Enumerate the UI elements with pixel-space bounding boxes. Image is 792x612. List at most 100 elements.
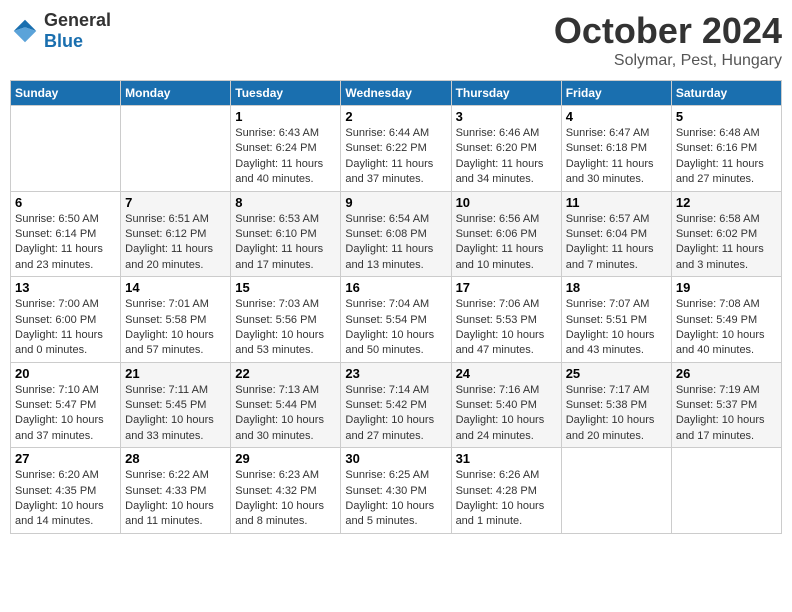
calendar-cell: 11 Sunrise: 6:57 AM Sunset: 6:04 PM Dayli… (561, 191, 671, 277)
calendar-cell: 27 Sunrise: 6:20 AM Sunset: 4:35 PM Dayli… (11, 448, 121, 534)
calendar-cell (11, 106, 121, 192)
calendar-cell: 13 Sunrise: 7:00 AM Sunset: 6:00 PM Dayli… (11, 277, 121, 363)
day-number: 23 (345, 366, 446, 381)
month-title: October 2024 (554, 10, 782, 52)
day-number: 8 (235, 195, 336, 210)
day-info: Sunrise: 6:43 AM Sunset: 6:24 PM Dayligh… (235, 126, 336, 188)
calendar-cell: 12Sunrise: 6:58 AM Sunset: 6:02 PM Dayli… (671, 191, 781, 277)
calendar-cell: 4 Sunrise: 6:47 AM Sunset: 6:18 PM Daylig… (561, 106, 671, 192)
calendar-week-row-5: 27 Sunrise: 6:20 AM Sunset: 4:35 PM Dayli… (11, 448, 782, 534)
day-info: Sunrise: 7:16 AM Sunset: 5:40 PM Dayligh… (456, 383, 557, 445)
day-info: Sunrise: 7:07 AM Sunset: 5:51 PM Dayligh… (566, 297, 667, 359)
day-number: 1 (235, 109, 336, 124)
day-number: 30 (345, 451, 446, 466)
calendar-week-row-4: 20Sunrise: 7:10 AM Sunset: 5:47 PM Dayli… (11, 362, 782, 448)
calendar-cell: 8 Sunrise: 6:53 AM Sunset: 6:10 PM Daylig… (231, 191, 341, 277)
day-info: Sunrise: 6:25 AM Sunset: 4:30 PM Dayligh… (345, 468, 446, 530)
calendar-cell: 25Sunrise: 7:17 AM Sunset: 5:38 PM Dayli… (561, 362, 671, 448)
day-number: 27 (15, 451, 116, 466)
day-number: 22 (235, 366, 336, 381)
day-info: Sunrise: 6:47 AM Sunset: 6:18 PM Dayligh… (566, 126, 667, 188)
day-number: 13 (15, 280, 116, 295)
day-number: 6 (15, 195, 116, 210)
day-number: 16 (345, 280, 446, 295)
logo: General Blue (10, 10, 111, 52)
calendar-cell (561, 448, 671, 534)
calendar-cell: 30 Sunrise: 6:25 AM Sunset: 4:30 PM Dayli… (341, 448, 451, 534)
calendar-cell: 24 Sunrise: 7:16 AM Sunset: 5:40 PM Dayli… (451, 362, 561, 448)
calendar-cell: 31 Sunrise: 6:26 AM Sunset: 4:28 PM Dayli… (451, 448, 561, 534)
calendar-cell: 29Sunrise: 6:23 AM Sunset: 4:32 PM Dayli… (231, 448, 341, 534)
day-info: Sunrise: 6:57 AM Sunset: 6:04 PM Dayligh… (566, 212, 667, 274)
day-number: 21 (125, 366, 226, 381)
calendar-cell: 23 Sunrise: 7:14 AM Sunset: 5:42 PM Dayli… (341, 362, 451, 448)
weekday-header-monday: Monday (121, 81, 231, 106)
day-number: 5 (676, 109, 777, 124)
day-number: 17 (456, 280, 557, 295)
day-number: 18 (566, 280, 667, 295)
day-info: Sunrise: 7:08 AM Sunset: 5:49 PM Dayligh… (676, 297, 777, 359)
day-number: 11 (566, 195, 667, 210)
day-number: 14 (125, 280, 226, 295)
calendar-cell: 15 Sunrise: 7:03 AM Sunset: 5:56 PM Dayli… (231, 277, 341, 363)
day-number: 25 (566, 366, 667, 381)
calendar-cell: 7Sunrise: 6:51 AM Sunset: 6:12 PM Daylig… (121, 191, 231, 277)
calendar-cell: 19Sunrise: 7:08 AM Sunset: 5:49 PM Dayli… (671, 277, 781, 363)
day-info: Sunrise: 6:54 AM Sunset: 6:08 PM Dayligh… (345, 212, 446, 274)
calendar-table: SundayMondayTuesdayWednesdayThursdayFrid… (10, 80, 782, 534)
day-number: 28 (125, 451, 226, 466)
day-number: 26 (676, 366, 777, 381)
day-number: 24 (456, 366, 557, 381)
calendar-cell: 16 Sunrise: 7:04 AM Sunset: 5:54 PM Dayli… (341, 277, 451, 363)
calendar-cell: 22 Sunrise: 7:13 AM Sunset: 5:44 PM Dayli… (231, 362, 341, 448)
weekday-header-thursday: Thursday (451, 81, 561, 106)
day-info: Sunrise: 7:01 AM Sunset: 5:58 PM Dayligh… (125, 297, 226, 359)
weekday-header-wednesday: Wednesday (341, 81, 451, 106)
calendar-cell: 17 Sunrise: 7:06 AM Sunset: 5:53 PM Dayli… (451, 277, 561, 363)
day-info: Sunrise: 6:22 AM Sunset: 4:33 PM Dayligh… (125, 468, 226, 530)
calendar-cell: 21 Sunrise: 7:11 AM Sunset: 5:45 PM Dayli… (121, 362, 231, 448)
day-info: Sunrise: 7:11 AM Sunset: 5:45 PM Dayligh… (125, 383, 226, 445)
day-number: 3 (456, 109, 557, 124)
location-title: Solymar, Pest, Hungary (554, 52, 782, 70)
day-info: Sunrise: 6:50 AM Sunset: 6:14 PM Dayligh… (15, 212, 116, 274)
day-info: Sunrise: 7:10 AM Sunset: 5:47 PM Dayligh… (15, 383, 116, 445)
weekday-header-sunday: Sunday (11, 81, 121, 106)
day-number: 29 (235, 451, 336, 466)
calendar-cell: 28 Sunrise: 6:22 AM Sunset: 4:33 PM Dayli… (121, 448, 231, 534)
logo-blue: Blue (44, 31, 83, 51)
calendar-week-row-2: 6 Sunrise: 6:50 AM Sunset: 6:14 PM Daylig… (11, 191, 782, 277)
logo-general: General (44, 10, 111, 30)
calendar-cell: 1 Sunrise: 6:43 AM Sunset: 6:24 PM Daylig… (231, 106, 341, 192)
day-info: Sunrise: 6:56 AM Sunset: 6:06 PM Dayligh… (456, 212, 557, 274)
day-info: Sunrise: 7:14 AM Sunset: 5:42 PM Dayligh… (345, 383, 446, 445)
title-block: October 2024 Solymar, Pest, Hungary (554, 10, 782, 70)
day-info: Sunrise: 7:00 AM Sunset: 6:00 PM Dayligh… (15, 297, 116, 359)
day-number: 15 (235, 280, 336, 295)
calendar-cell: 14 Sunrise: 7:01 AM Sunset: 5:58 PM Dayli… (121, 277, 231, 363)
calendar-cell: 18 Sunrise: 7:07 AM Sunset: 5:51 PM Dayli… (561, 277, 671, 363)
day-info: Sunrise: 6:53 AM Sunset: 6:10 PM Dayligh… (235, 212, 336, 274)
calendar-cell: 3 Sunrise: 6:46 AM Sunset: 6:20 PM Daylig… (451, 106, 561, 192)
calendar-week-row-1: 1 Sunrise: 6:43 AM Sunset: 6:24 PM Daylig… (11, 106, 782, 192)
day-info: Sunrise: 7:03 AM Sunset: 5:56 PM Dayligh… (235, 297, 336, 359)
day-number: 4 (566, 109, 667, 124)
calendar-cell (121, 106, 231, 192)
day-info: Sunrise: 6:26 AM Sunset: 4:28 PM Dayligh… (456, 468, 557, 530)
day-info: Sunrise: 6:46 AM Sunset: 6:20 PM Dayligh… (456, 126, 557, 188)
weekday-header-saturday: Saturday (671, 81, 781, 106)
calendar-cell: 5Sunrise: 6:48 AM Sunset: 6:16 PM Daylig… (671, 106, 781, 192)
day-info: Sunrise: 7:13 AM Sunset: 5:44 PM Dayligh… (235, 383, 336, 445)
calendar-cell: 26Sunrise: 7:19 AM Sunset: 5:37 PM Dayli… (671, 362, 781, 448)
day-info: Sunrise: 7:04 AM Sunset: 5:54 PM Dayligh… (345, 297, 446, 359)
calendar-week-row-3: 13 Sunrise: 7:00 AM Sunset: 6:00 PM Dayli… (11, 277, 782, 363)
day-number: 7 (125, 195, 226, 210)
day-info: Sunrise: 6:20 AM Sunset: 4:35 PM Dayligh… (15, 468, 116, 530)
day-info: Sunrise: 7:06 AM Sunset: 5:53 PM Dayligh… (456, 297, 557, 359)
calendar-cell (671, 448, 781, 534)
day-number: 31 (456, 451, 557, 466)
day-number: 9 (345, 195, 446, 210)
day-number: 2 (345, 109, 446, 124)
calendar-cell: 10Sunrise: 6:56 AM Sunset: 6:06 PM Dayli… (451, 191, 561, 277)
day-info: Sunrise: 6:44 AM Sunset: 6:22 PM Dayligh… (345, 126, 446, 188)
